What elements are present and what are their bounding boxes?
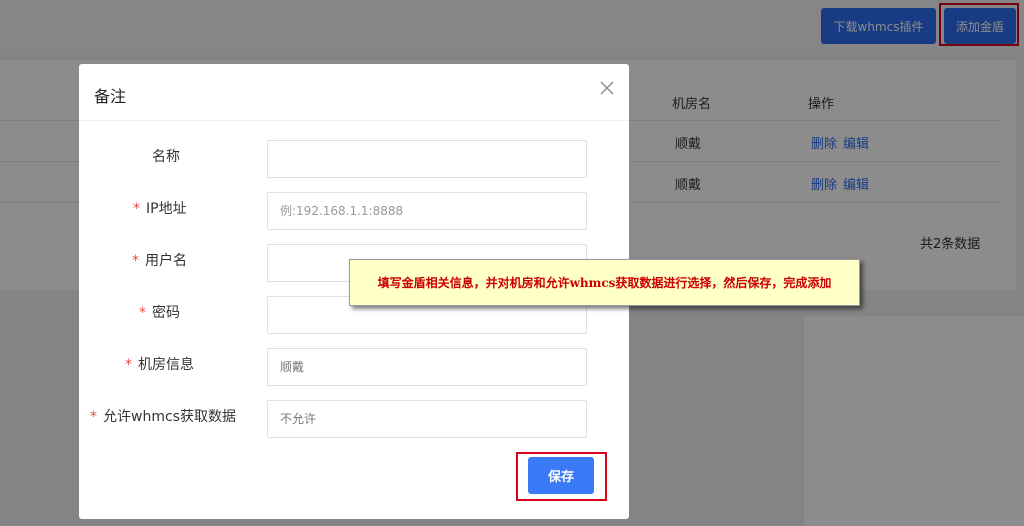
- instruction-text: 填写金盾相关信息，并对机房和允许whmcs获取数据进行选择，然后保存，完成添加: [377, 276, 832, 290]
- close-icon[interactable]: [599, 80, 615, 96]
- required-mark: *: [125, 357, 132, 373]
- required-mark: *: [139, 305, 146, 321]
- room-info-label: * 机房信息: [125, 354, 194, 374]
- username-label-text: 用户名: [145, 253, 187, 269]
- name-input[interactable]: [267, 140, 587, 178]
- room-info-label-text: 机房信息: [138, 357, 194, 373]
- required-mark: *: [133, 201, 140, 217]
- ip-address-input[interactable]: [267, 192, 587, 230]
- required-mark: *: [132, 253, 139, 269]
- allow-whmcs-select[interactable]: 不允许: [267, 400, 587, 438]
- name-label: 名称: [152, 146, 180, 166]
- allow-whmcs-label: * 允许whmcs获取数据: [90, 406, 236, 426]
- ip-label: * IP地址: [133, 198, 187, 218]
- save-button-highlight: [516, 452, 607, 501]
- room-info-select[interactable]: 顺戴: [267, 348, 587, 386]
- allow-whmcs-label-text: 允许whmcs获取数据: [103, 409, 236, 425]
- required-mark: *: [90, 409, 97, 425]
- instruction-callout: 填写金盾相关信息，并对机房和允许whmcs获取数据进行选择，然后保存，完成添加: [349, 259, 860, 306]
- username-label: * 用户名: [132, 250, 187, 270]
- password-label: * 密码: [139, 302, 180, 322]
- password-label-text: 密码: [152, 305, 180, 321]
- ip-label-text: IP地址: [146, 201, 187, 217]
- dialog-header: 备注: [79, 64, 629, 121]
- name-label-text: 名称: [152, 149, 180, 165]
- dialog-title: 备注: [94, 87, 127, 106]
